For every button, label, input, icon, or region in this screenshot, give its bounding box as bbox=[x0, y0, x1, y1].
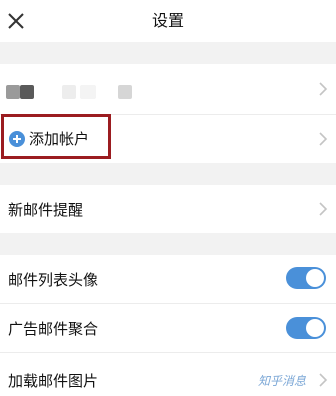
account-row[interactable] bbox=[0, 64, 336, 114]
chevron-right-icon bbox=[319, 373, 328, 387]
page-title: 设置 bbox=[151, 11, 184, 30]
list-avatar-label: 邮件列表头像 bbox=[8, 271, 99, 289]
list-avatar-row: 邮件列表头像 bbox=[0, 255, 336, 303]
section-gap bbox=[0, 42, 336, 64]
blurred-account-name bbox=[118, 85, 132, 99]
top-bar: 设置 bbox=[0, 0, 336, 42]
toggle-knob bbox=[306, 269, 324, 287]
blurred-account-name bbox=[6, 85, 20, 99]
chevron-right-icon bbox=[319, 82, 328, 96]
section-gap bbox=[0, 233, 336, 255]
new-mail-reminder-row[interactable]: 新邮件提醒 bbox=[0, 185, 336, 233]
list-avatar-toggle[interactable] bbox=[286, 267, 326, 289]
new-mail-reminder-label: 新邮件提醒 bbox=[8, 201, 84, 219]
toggle-knob bbox=[306, 319, 324, 337]
ad-aggregate-toggle[interactable] bbox=[286, 317, 326, 339]
blurred-account-name bbox=[80, 85, 96, 99]
watermark: 知乎消息 bbox=[258, 374, 307, 388]
chevron-right-icon bbox=[319, 132, 328, 146]
highlight-annotation bbox=[1, 114, 111, 159]
blurred-account-name bbox=[20, 85, 34, 99]
chevron-right-icon bbox=[319, 202, 328, 216]
load-images-label: 加载邮件图片 bbox=[8, 372, 99, 390]
ad-aggregate-label: 广告邮件聚合 bbox=[8, 320, 99, 338]
section-gap bbox=[0, 163, 336, 185]
blurred-account-name bbox=[62, 85, 76, 99]
ad-aggregate-row: 广告邮件聚合 bbox=[0, 304, 336, 352]
